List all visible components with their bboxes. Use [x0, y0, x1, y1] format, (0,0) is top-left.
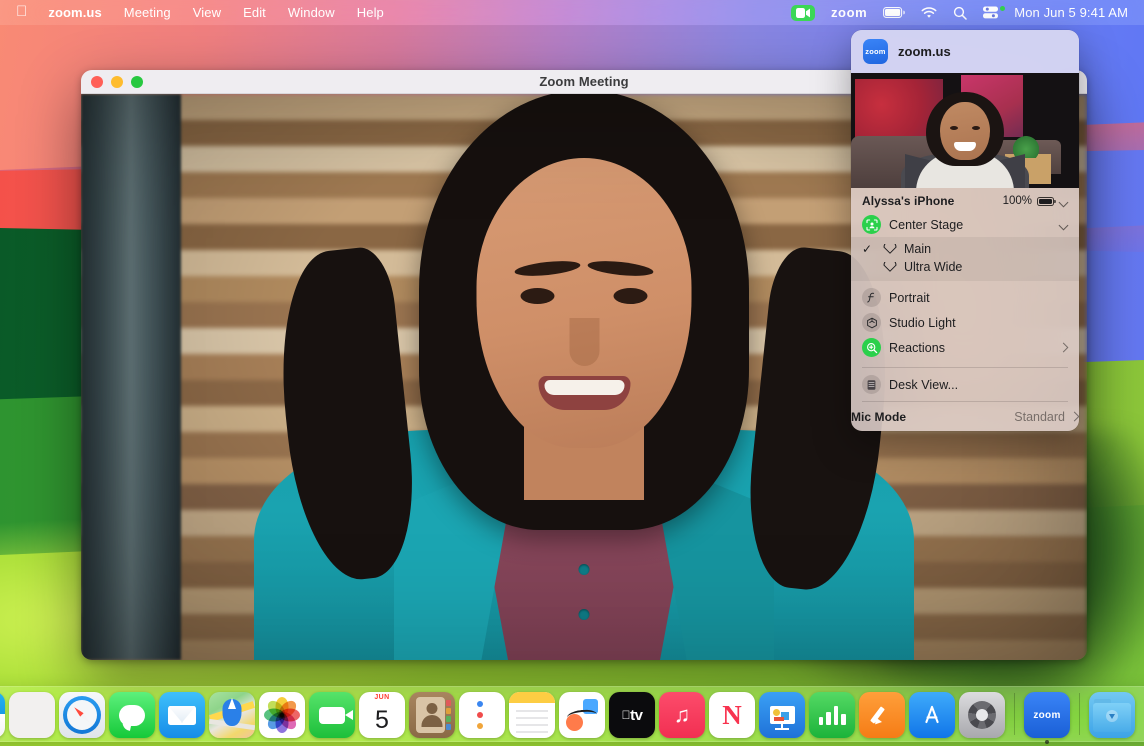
video-effects-menu[interactable]: zoom zoom.us Alyssa's iPhone 100% [851, 30, 1079, 431]
dock-item-facetime[interactable] [309, 692, 355, 738]
music-note-icon: ♫ [674, 702, 691, 728]
dock-item-news[interactable]: N [709, 692, 755, 738]
dock-item-trash[interactable] [1139, 692, 1144, 738]
dock-item-contacts[interactable] [409, 692, 455, 738]
center-stage-icon [862, 215, 881, 234]
device-battery-percent: 100% [1003, 195, 1032, 207]
menubar-item-edit[interactable]: Edit [232, 3, 277, 22]
effect-row-portrait[interactable]: Portrait [851, 285, 1079, 310]
dock-item-notes[interactable] [509, 692, 555, 738]
dock-item-finder[interactable] [0, 692, 5, 738]
camera-option-label: Ultra Wide [904, 260, 962, 274]
menu-bar:  zoom.us Meeting View Edit Window Help … [0, 0, 1144, 25]
dock-item-music[interactable]: ♫ [659, 692, 705, 738]
mic-mode-row[interactable]: Mic Mode Standard [851, 406, 1079, 431]
device-name: Alyssa's iPhone [862, 194, 995, 208]
dock-item-app-store[interactable] [909, 692, 955, 738]
menu-divider [862, 367, 1068, 368]
menubar-item-help[interactable]: Help [346, 3, 395, 22]
chevron-right-icon[interactable] [1070, 412, 1079, 421]
aperture-f-icon [862, 288, 881, 307]
running-indicator [1045, 740, 1049, 744]
menubar-item-view[interactable]: View [182, 3, 232, 22]
desk-view-row[interactable]: Desk View... [851, 372, 1079, 397]
dock-item-numbers[interactable] [809, 692, 855, 738]
chevron-down-icon[interactable] [1059, 220, 1068, 229]
camera-lens-wide-icon [882, 262, 897, 272]
camera-active-icon[interactable] [783, 0, 823, 25]
dock-item-maps[interactable] [209, 692, 255, 738]
wifi-icon[interactable] [913, 0, 945, 25]
camera-option-ultra-wide[interactable]: Ultra Wide [851, 258, 1079, 276]
effect-label: Studio Light [889, 316, 1068, 330]
menu-divider [862, 401, 1068, 402]
menu-app-header: zoom zoom.us [851, 30, 1079, 73]
reactions-icon [862, 338, 881, 357]
dock-divider [1079, 693, 1080, 735]
chevron-down-icon[interactable] [1059, 197, 1068, 206]
checkmark-icon: ✓ [862, 243, 875, 256]
dock-item-zoom[interactable]: zoom [1024, 692, 1070, 738]
dock[interactable]: JUN 5 [0, 686, 1144, 742]
effect-row-reactions[interactable]: Reactions [851, 335, 1079, 360]
dock-item-safari[interactable] [59, 692, 105, 738]
dock-item-calendar[interactable]: JUN 5 [359, 692, 405, 738]
dock-item-photos[interactable] [259, 692, 305, 738]
dock-item-apple-tv[interactable]: tv [609, 692, 655, 738]
studio-light-icon [862, 313, 881, 332]
control-center-icon[interactable] [975, 0, 1006, 25]
dock-item-system-settings[interactable] [959, 692, 1005, 738]
camera-lens-icon [882, 244, 897, 254]
center-stage-row[interactable]: Center Stage [851, 212, 1079, 237]
search-icon[interactable] [945, 0, 975, 25]
apple-menu-icon[interactable]:  [10, 4, 37, 21]
video-effects-group: Portrait Studio Light Reactions [851, 281, 1079, 363]
dock-divider [1014, 693, 1015, 735]
effect-label: Portrait [889, 291, 1068, 305]
news-glyph: N [722, 702, 742, 729]
zoom-app-icon: zoom [863, 39, 888, 64]
calendar-month: JUN [374, 692, 389, 703]
camera-preview [851, 73, 1079, 188]
menubar-item-meeting[interactable]: Meeting [113, 3, 182, 22]
dock-item-pages[interactable] [859, 692, 905, 738]
dock-item-reminders[interactable] [459, 692, 505, 738]
desk-view-icon [862, 375, 881, 394]
battery-icon[interactable] [875, 0, 913, 25]
camera-in-use-dot [1000, 6, 1005, 11]
center-stage-label: Center Stage [889, 218, 1051, 232]
menubar-item-window[interactable]: Window [277, 3, 346, 22]
mic-mode-label: Mic Mode [851, 410, 1006, 424]
mic-mode-value: Standard [1014, 410, 1065, 424]
dock-item-downloads[interactable] [1089, 692, 1135, 738]
dock-item-keynote[interactable] [759, 692, 805, 738]
device-row[interactable]: Alyssa's iPhone 100% [851, 188, 1079, 212]
dock-item-freeform[interactable] [559, 692, 605, 738]
desk-view-label: Desk View... [889, 378, 1068, 392]
menubar-app-name[interactable]: zoom.us [37, 3, 112, 22]
camera-option-main[interactable]: ✓ Main [851, 240, 1079, 258]
dock-item-messages[interactable] [109, 692, 155, 738]
effect-label: Reactions [889, 341, 1051, 355]
calendar-day: 5 [375, 703, 389, 738]
zoom-dock-label: zoom [1033, 710, 1060, 721]
menu-app-title: zoom.us [898, 44, 951, 59]
dock-item-mail[interactable] [159, 692, 205, 738]
apple-tv-label: tv [630, 707, 642, 724]
menubar-zoom-label[interactable]: zoom [823, 5, 875, 20]
dock-item-launchpad[interactable] [9, 692, 55, 738]
menubar-clock[interactable]: Mon Jun 5 9:41 AM [1006, 5, 1132, 20]
battery-icon [1037, 197, 1054, 206]
camera-lens-options: ✓ Main Ultra Wide [851, 237, 1079, 281]
camera-option-label: Main [904, 242, 931, 256]
chevron-right-icon[interactable] [1059, 343, 1068, 352]
effect-row-studio-light[interactable]: Studio Light [851, 310, 1079, 335]
